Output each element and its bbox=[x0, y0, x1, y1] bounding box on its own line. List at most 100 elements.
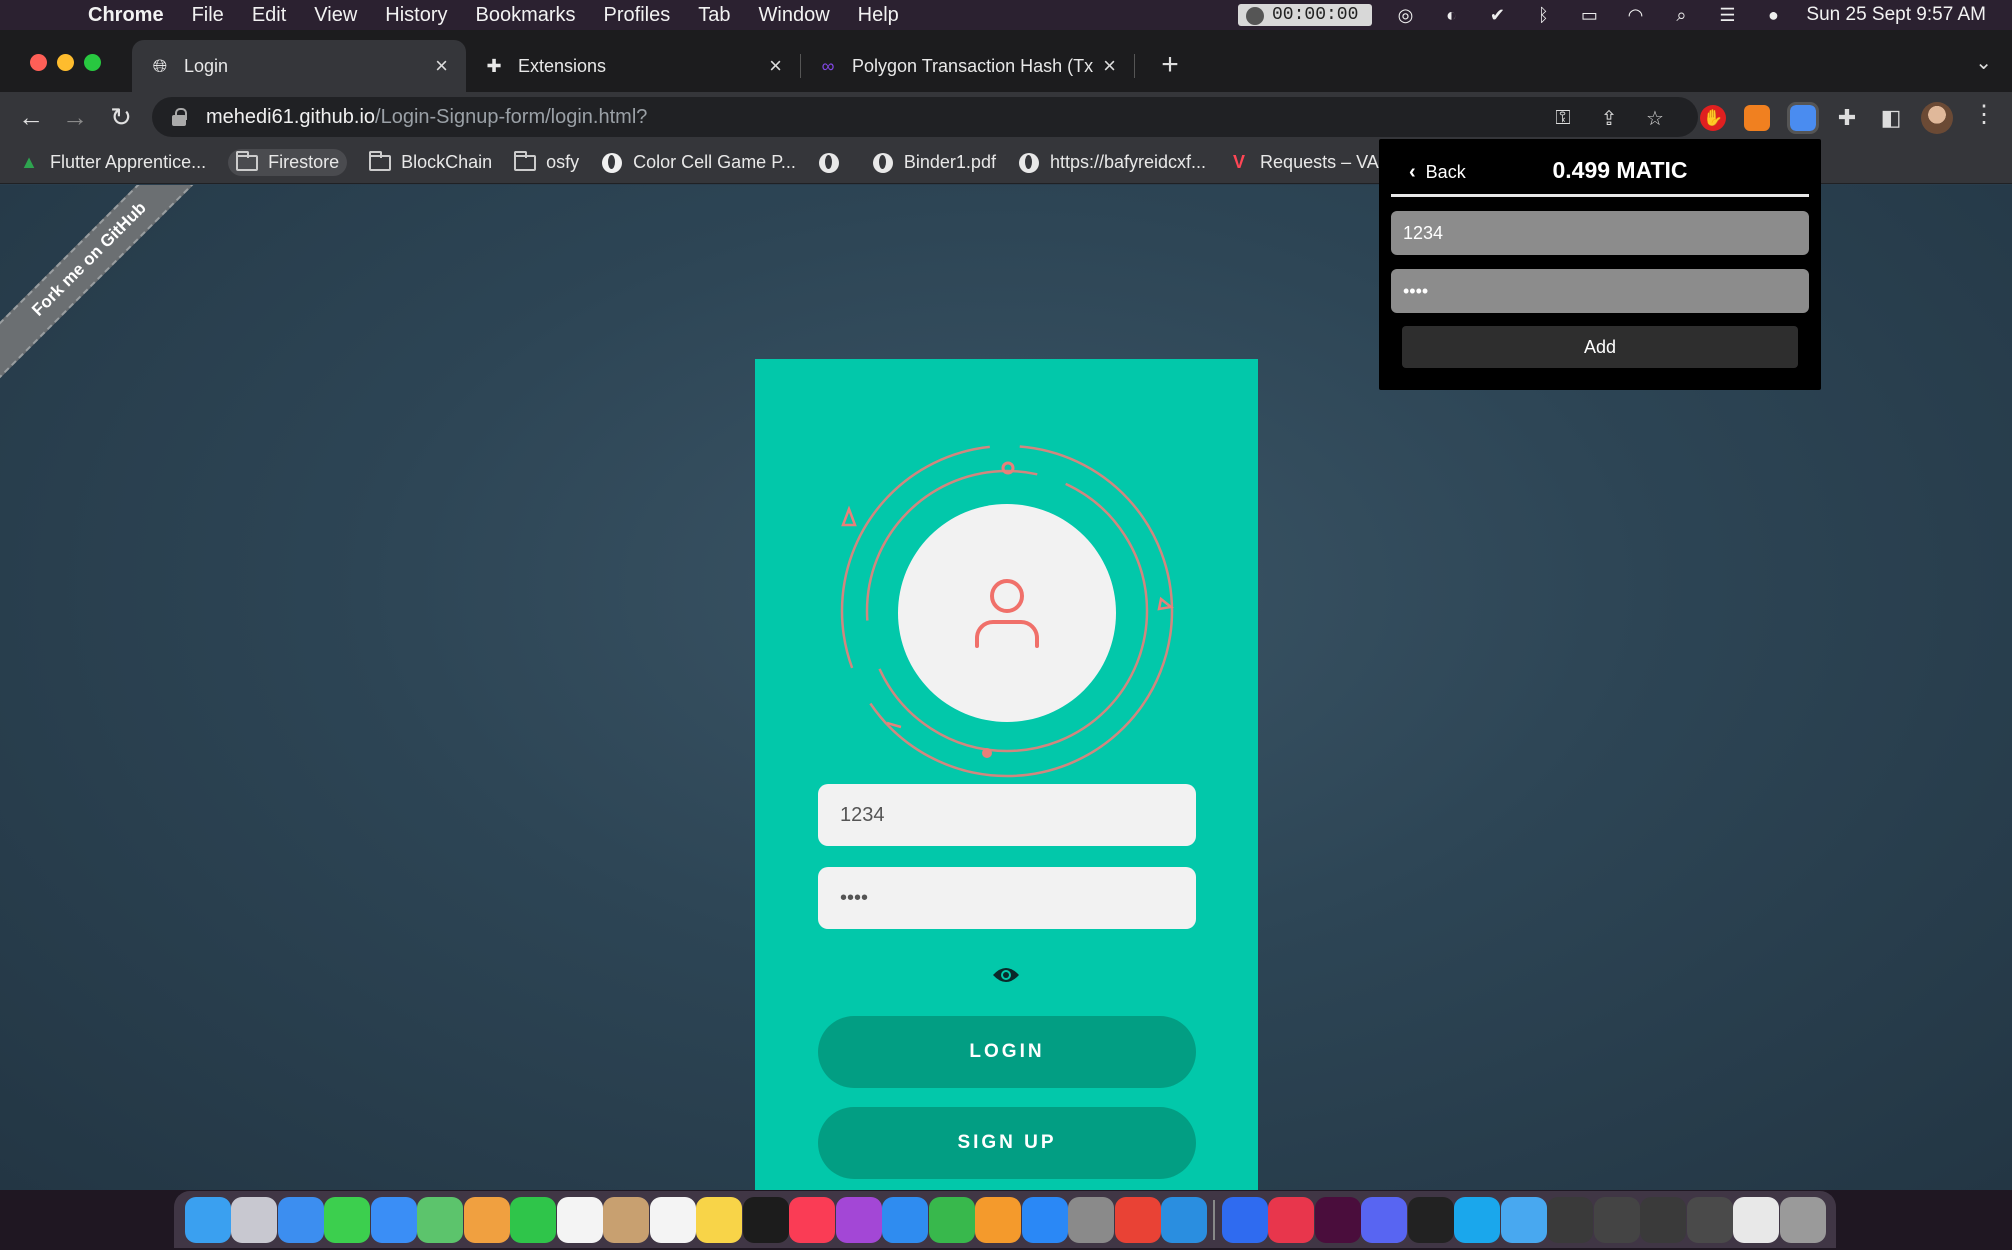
bookmark-osfy[interactable]: osfy bbox=[514, 150, 579, 173]
share-icon[interactable]: ⇪ bbox=[1594, 103, 1624, 133]
contacts-icon[interactable] bbox=[603, 1196, 649, 1243]
mail-icon[interactable] bbox=[370, 1196, 417, 1243]
numbers-icon[interactable] bbox=[928, 1196, 975, 1243]
minimize-window-button[interactable] bbox=[57, 54, 74, 71]
bluetooth-icon[interactable]: ᛒ bbox=[1530, 4, 1556, 26]
close-tab-icon[interactable]: × bbox=[435, 53, 448, 79]
address-bar[interactable]: mehedi61.github.io/Login-Signup-form/log… bbox=[152, 97, 1698, 137]
discord-icon[interactable] bbox=[1361, 1196, 1407, 1243]
creative-cloud-status-icon[interactable]: ◎ bbox=[1392, 4, 1418, 26]
battery-icon[interactable]: ▭ bbox=[1576, 4, 1602, 26]
siri-icon[interactable]: ● bbox=[1760, 4, 1786, 26]
bookmark-binder-pdf[interactable]: Binder1.pdf bbox=[872, 152, 996, 173]
tab-extensions[interactable]: ✚ Extensions × bbox=[466, 40, 800, 92]
app-store-icon[interactable] bbox=[1021, 1196, 1068, 1243]
more-options-icon[interactable]: ⋮ bbox=[1972, 100, 1996, 129]
reload-icon[interactable]: ↻ bbox=[104, 100, 138, 134]
podcasts-icon[interactable] bbox=[835, 1196, 882, 1243]
control-center-icon[interactable]: ☰ bbox=[1714, 4, 1740, 26]
ext-red-icon[interactable]: ✋ bbox=[1700, 105, 1726, 131]
bookmark-star-icon[interactable]: ☆ bbox=[1640, 103, 1670, 133]
photos-icon[interactable] bbox=[463, 1196, 510, 1243]
fork-me-ribbon[interactable]: Fork me on GitHub bbox=[0, 185, 211, 381]
password-input[interactable] bbox=[818, 867, 1196, 929]
calendar-icon[interactable] bbox=[556, 1196, 603, 1243]
menu-profiles[interactable]: Profiles bbox=[590, 0, 685, 30]
wallet-extension-icon[interactable] bbox=[1787, 102, 1819, 134]
vscode-icon[interactable] bbox=[1161, 1196, 1207, 1243]
key-icon[interactable]: ⚿ bbox=[1548, 103, 1578, 133]
reminders-icon[interactable] bbox=[649, 1196, 696, 1243]
signup-button[interactable]: SIGN UP bbox=[818, 1107, 1196, 1179]
facetime-icon[interactable] bbox=[510, 1196, 556, 1243]
window-thumb-icon[interactable] bbox=[1593, 1196, 1640, 1243]
new-tab-button[interactable]: + bbox=[1152, 48, 1188, 82]
popup-field-1[interactable] bbox=[1391, 211, 1809, 255]
close-window-button[interactable] bbox=[30, 54, 47, 71]
menu-edit[interactable]: Edit bbox=[238, 0, 300, 30]
xd-icon[interactable] bbox=[1314, 1196, 1361, 1243]
menu-help[interactable]: Help bbox=[844, 0, 913, 30]
profile-avatar[interactable] bbox=[1921, 102, 1953, 134]
bookmark-flutter[interactable]: ▲ Flutter Apprentice... bbox=[18, 152, 206, 173]
system-preferences-icon[interactable] bbox=[1068, 1196, 1114, 1243]
bookmark-globe[interactable] bbox=[818, 152, 850, 173]
popup-field-2[interactable] bbox=[1391, 269, 1809, 313]
menu-window[interactable]: Window bbox=[745, 0, 844, 30]
bookmark-color-cell-game[interactable]: Color Cell Game P... bbox=[601, 152, 796, 173]
spotlight-search-icon[interactable]: ⌕ bbox=[1668, 4, 1694, 26]
chrome-icon[interactable] bbox=[1114, 1196, 1161, 1243]
trash-icon[interactable] bbox=[1779, 1196, 1826, 1243]
messages-icon[interactable] bbox=[324, 1196, 370, 1243]
tv-icon[interactable] bbox=[742, 1196, 789, 1243]
tab-search-chevron-icon[interactable]: ⌄ bbox=[1975, 50, 1992, 75]
tab-polygon[interactable]: ∞ Polygon Transaction Hash (Txh × bbox=[800, 40, 1134, 92]
tab-login[interactable]: 🌐︎ Login × bbox=[132, 40, 466, 92]
lock-icon[interactable] bbox=[172, 108, 187, 126]
menu-history[interactable]: History bbox=[371, 0, 461, 30]
keynote-icon[interactable] bbox=[882, 1196, 928, 1243]
side-panel-icon[interactable]: ◧ bbox=[1878, 105, 1904, 131]
add-button[interactable]: Add bbox=[1402, 326, 1798, 368]
skype-icon[interactable] bbox=[1454, 1196, 1500, 1243]
bookmark-blockchain[interactable]: BlockChain bbox=[369, 150, 492, 173]
close-tab-icon[interactable]: × bbox=[769, 53, 782, 79]
files-folder-icon[interactable] bbox=[1500, 1196, 1547, 1243]
menu-file[interactable]: File bbox=[178, 0, 238, 30]
finder-icon[interactable] bbox=[184, 1196, 231, 1243]
menu-clock[interactable]: Sun 25 Sept 9:57 AM bbox=[1806, 4, 1986, 26]
menu-app-name[interactable]: Chrome bbox=[74, 0, 178, 30]
menu-view[interactable]: View bbox=[300, 0, 371, 30]
launchpad-icon[interactable] bbox=[231, 1196, 277, 1243]
safari-icon[interactable] bbox=[277, 1196, 324, 1243]
window-thumb-icon[interactable] bbox=[1640, 1196, 1686, 1243]
app-status-icon[interactable]: ◐ bbox=[1438, 4, 1464, 26]
screen-recorder-timer[interactable]: 00:00:00 bbox=[1238, 4, 1373, 26]
window-thumb-icon[interactable] bbox=[1547, 1196, 1593, 1243]
notes-icon[interactable] bbox=[696, 1196, 742, 1243]
checkmark-status-icon[interactable]: ✔ bbox=[1484, 4, 1510, 26]
terminal-icon[interactable] bbox=[1407, 1196, 1454, 1243]
document-icon[interactable] bbox=[1733, 1196, 1779, 1243]
bookmark-requests-valorant[interactable]: V Requests – VALC bbox=[1228, 152, 1402, 173]
window-thumb-icon[interactable] bbox=[1686, 1196, 1733, 1243]
maximize-window-button[interactable] bbox=[84, 54, 101, 71]
wifi-icon[interactable]: ◠ bbox=[1622, 4, 1648, 26]
menu-tab[interactable]: Tab bbox=[684, 0, 744, 30]
creative-cloud-icon[interactable] bbox=[1268, 1196, 1314, 1243]
metamask-icon[interactable] bbox=[1744, 105, 1770, 131]
music-icon[interactable] bbox=[789, 1196, 835, 1243]
username-input[interactable] bbox=[818, 784, 1196, 846]
close-tab-icon[interactable]: × bbox=[1103, 53, 1116, 79]
menu-bookmarks[interactable]: Bookmarks bbox=[462, 0, 590, 30]
show-password-eye-icon[interactable] bbox=[992, 965, 1020, 985]
maps-icon[interactable] bbox=[417, 1196, 463, 1243]
login-button[interactable]: LOGIN bbox=[818, 1016, 1196, 1088]
back-arrow-icon[interactable]: ← bbox=[14, 100, 48, 134]
extensions-puzzle-icon[interactable]: ✚ bbox=[1834, 105, 1860, 131]
cloud-app-icon[interactable] bbox=[1221, 1196, 1268, 1243]
back-button[interactable]: ‹ Back bbox=[1409, 161, 1466, 184]
bookmark-bafyreidcxf[interactable]: https://bafyreidcxf... bbox=[1018, 152, 1206, 173]
forward-arrow-icon[interactable]: → bbox=[58, 100, 92, 134]
bookmark-firestore[interactable]: Firestore bbox=[228, 149, 348, 176]
